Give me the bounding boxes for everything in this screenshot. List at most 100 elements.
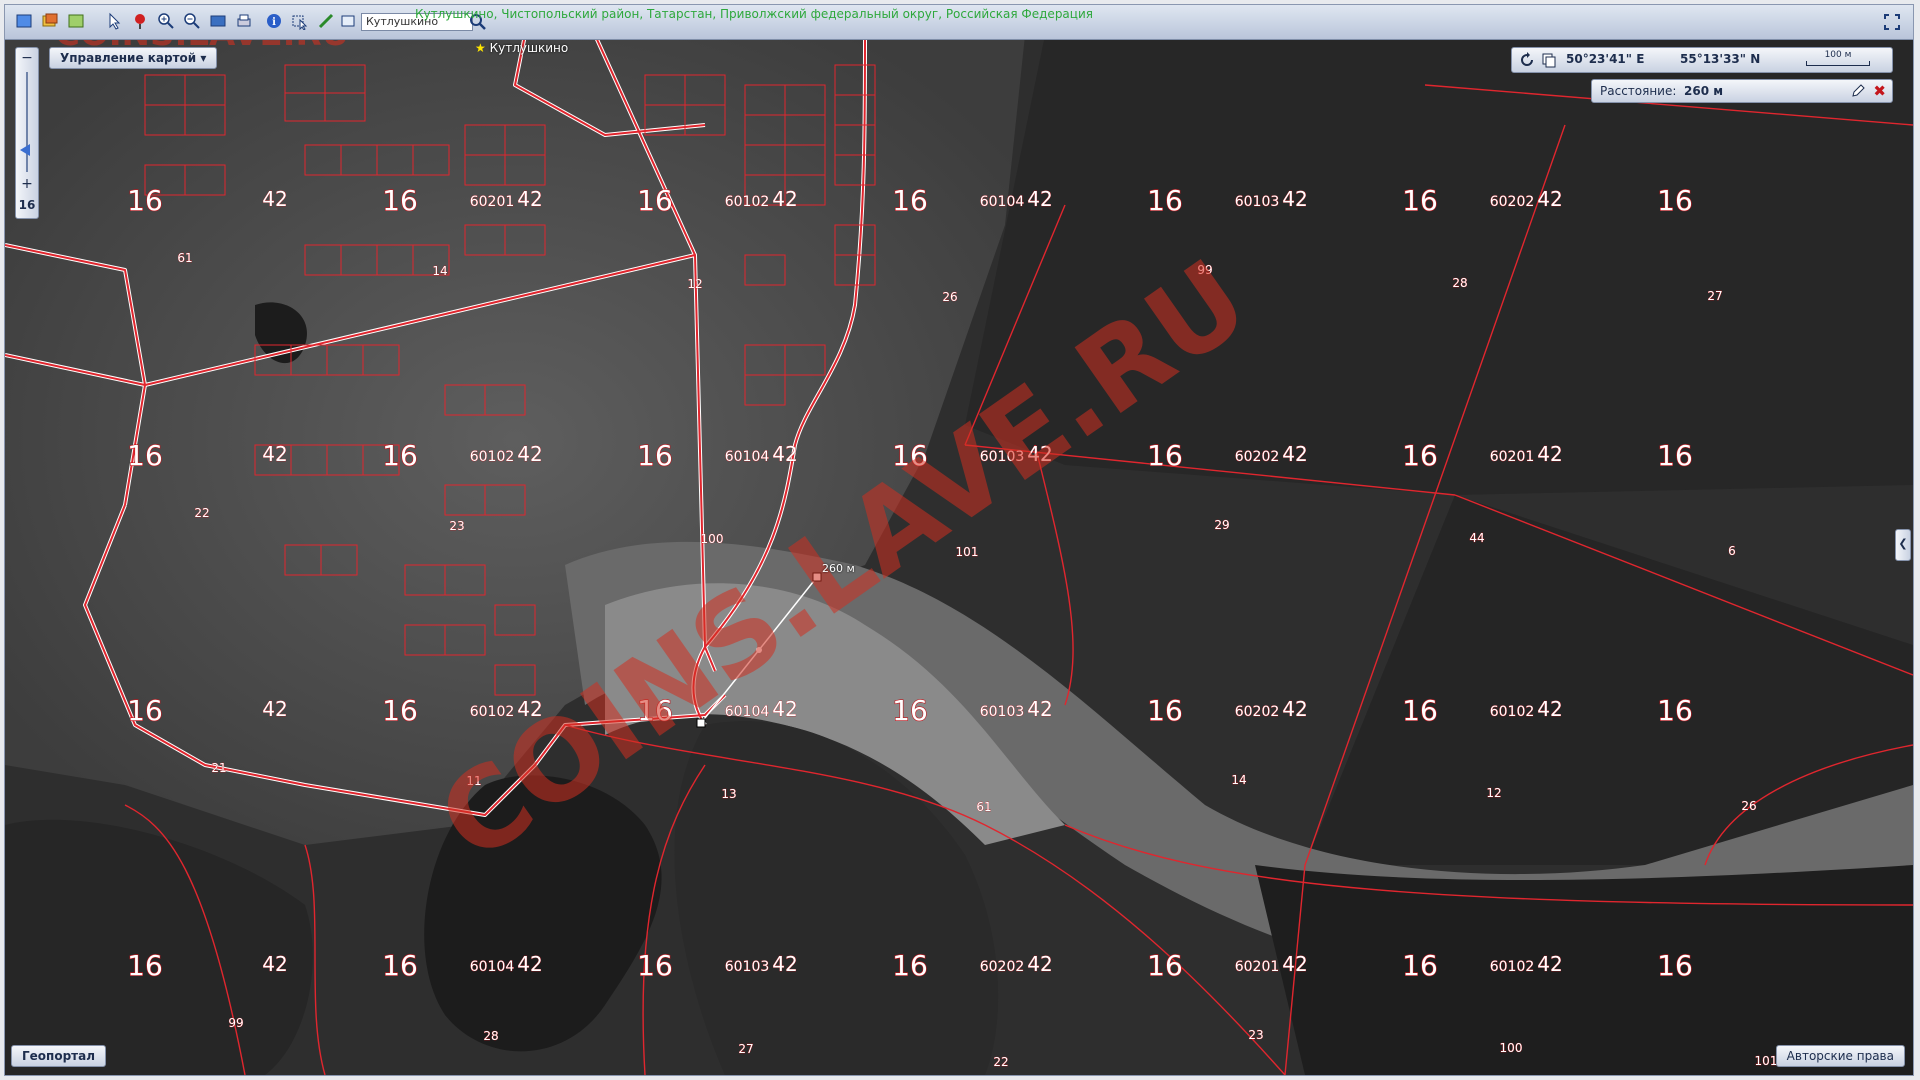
parcel-label: 60103 bbox=[725, 959, 770, 975]
parcel-label: 60202 bbox=[1490, 194, 1535, 210]
side-panel-toggle[interactable]: ❮ bbox=[1895, 529, 1911, 561]
zone-label-42: 42 bbox=[1537, 697, 1562, 721]
parcel-number: 14 bbox=[432, 264, 447, 278]
zone-label-42: 42 bbox=[1027, 442, 1052, 466]
parcel-number: 29 bbox=[1214, 518, 1229, 532]
zone-label-16: 16 bbox=[637, 439, 673, 472]
parcel-label: 60102 bbox=[470, 704, 515, 720]
parcel-label: 60201 bbox=[470, 194, 515, 210]
map-labels-layer: 16 426116 42602011416 42601021216 4260104261… bbox=[127, 183, 1778, 1069]
zoom-thumb[interactable] bbox=[20, 144, 30, 156]
zone-label-16: 16 bbox=[382, 694, 418, 727]
scale-label: 100 м bbox=[1824, 50, 1852, 60]
zone-label-16: 16 bbox=[1657, 184, 1693, 217]
copy-coordinates-icon[interactable] bbox=[1540, 51, 1558, 69]
parcel-label: 60202 bbox=[1235, 704, 1280, 720]
top-toolbar: i Кутлушкино Кутлушкино, Чистопольский р… bbox=[5, 5, 1913, 40]
place-name: Кутлушкино bbox=[489, 41, 569, 55]
zone-label-16: 16 bbox=[892, 439, 928, 472]
parcel-number: 61 bbox=[177, 251, 192, 265]
parcel-label: 60104 bbox=[725, 704, 770, 720]
parcel-number: 12 bbox=[687, 277, 702, 291]
select-icon[interactable] bbox=[289, 10, 311, 32]
zoom-slider[interactable]: − + 16 bbox=[15, 47, 39, 219]
zone-label-42: 42 bbox=[1282, 952, 1307, 976]
coordinate-bar: 50°23'41" E 55°13'33" N 100 м bbox=[1511, 47, 1893, 73]
zone-label-16: 16 bbox=[1402, 949, 1438, 982]
parcel-label: 60103 bbox=[980, 704, 1025, 720]
star-icon: ★ bbox=[475, 41, 486, 55]
zone-label-16: 16 bbox=[1657, 694, 1693, 727]
parcel-number: 28 bbox=[483, 1029, 498, 1043]
zone-label-16: 16 bbox=[127, 949, 163, 982]
zone-label-16: 16 bbox=[1402, 184, 1438, 217]
zone-label-42: 42 bbox=[1027, 187, 1052, 211]
layers-icon[interactable] bbox=[39, 10, 61, 32]
parcel-label: 60201 bbox=[1490, 449, 1535, 465]
copyright-button[interactable]: Авторские права bbox=[1775, 1045, 1905, 1067]
zone-label-16: 16 bbox=[892, 949, 928, 982]
parcel-number: 13 bbox=[721, 787, 736, 801]
zone-label-16: 16 bbox=[637, 694, 673, 727]
zoom-track[interactable] bbox=[26, 72, 28, 172]
parcel-number: 22 bbox=[194, 506, 209, 520]
parcel-label: 60202 bbox=[980, 959, 1025, 975]
parcel-number: 11 bbox=[466, 774, 481, 788]
zone-label-42: 42 bbox=[262, 952, 287, 976]
zoom-plus-button[interactable]: + bbox=[16, 176, 38, 192]
map-window: 16 42 61 16 42 60201 14 16 42 60102 12 16 42 60104 26 1… bbox=[4, 4, 1914, 1076]
zone-label-42: 42 bbox=[262, 187, 287, 211]
map-view-icon[interactable] bbox=[207, 10, 229, 32]
zone-label-16: 16 bbox=[1657, 949, 1693, 982]
window-icon[interactable] bbox=[13, 10, 35, 32]
zone-label-16: 16 bbox=[127, 184, 163, 217]
area-icon[interactable] bbox=[337, 10, 359, 32]
map-control-menu[interactable]: Управление картой ▾ bbox=[49, 47, 218, 69]
pin-icon[interactable] bbox=[129, 10, 151, 32]
scale-bar: 100 м bbox=[1802, 50, 1874, 70]
parcel-label: 60102 bbox=[470, 449, 515, 465]
zone-label-16: 16 bbox=[127, 439, 163, 472]
zone-label-42: 42 bbox=[517, 187, 542, 211]
place-marker[interactable]: ★ Кутлушкино bbox=[475, 41, 568, 55]
zone-label-42: 42 bbox=[772, 187, 797, 211]
parcel-label: 60102 bbox=[1490, 959, 1535, 975]
fullscreen-icon[interactable] bbox=[1881, 11, 1903, 33]
parcel-number: 99 bbox=[228, 1016, 243, 1030]
zoom-in-icon[interactable] bbox=[155, 10, 177, 32]
image-icon[interactable] bbox=[65, 10, 87, 32]
info-icon[interactable]: i bbox=[263, 10, 285, 32]
zone-label-42: 42 bbox=[262, 697, 287, 721]
zone-label-16: 16 bbox=[382, 184, 418, 217]
parcel-label: 60104 bbox=[470, 959, 515, 975]
parcel-number: 44 bbox=[1469, 531, 1484, 545]
zone-label-16: 16 bbox=[382, 439, 418, 472]
close-icon[interactable]: ✖ bbox=[1873, 80, 1886, 102]
parcel-label: 60202 bbox=[1235, 449, 1280, 465]
zone-label-42: 42 bbox=[517, 952, 542, 976]
parcel-number: 100 bbox=[701, 532, 724, 546]
refresh-icon[interactable] bbox=[1518, 51, 1536, 69]
zone-label-42: 42 bbox=[772, 952, 797, 976]
parcel-number: 101 bbox=[956, 545, 979, 559]
zone-label-42: 42 bbox=[1282, 697, 1307, 721]
zoom-minus-button[interactable]: − bbox=[16, 50, 38, 66]
parcel-number: 14 bbox=[1231, 773, 1246, 787]
pencil-icon[interactable] bbox=[1850, 83, 1866, 99]
zoom-out-icon[interactable] bbox=[181, 10, 203, 32]
parcel-number: 27 bbox=[1707, 289, 1722, 303]
zone-label-16: 16 bbox=[892, 694, 928, 727]
latitude: 55°13'33" N bbox=[1680, 52, 1761, 66]
pointer-icon[interactable] bbox=[103, 10, 125, 32]
parcel-number: 12 bbox=[1486, 786, 1501, 800]
measurement-label: 260 м bbox=[822, 562, 855, 575]
zone-label-16: 16 bbox=[1147, 694, 1183, 727]
zone-label-42: 42 bbox=[772, 697, 797, 721]
zone-label-16: 16 bbox=[892, 184, 928, 217]
distance-panel: Расстояние: 260 м ✖ bbox=[1591, 79, 1893, 103]
zone-label-16: 16 bbox=[382, 949, 418, 982]
print-icon[interactable] bbox=[233, 10, 255, 32]
breadcrumb[interactable]: Кутлушкино, Чистопольский район, Татарст… bbox=[415, 7, 1093, 21]
geoportal-button[interactable]: Геопортал bbox=[11, 1045, 106, 1067]
ruler-icon[interactable] bbox=[315, 10, 337, 32]
